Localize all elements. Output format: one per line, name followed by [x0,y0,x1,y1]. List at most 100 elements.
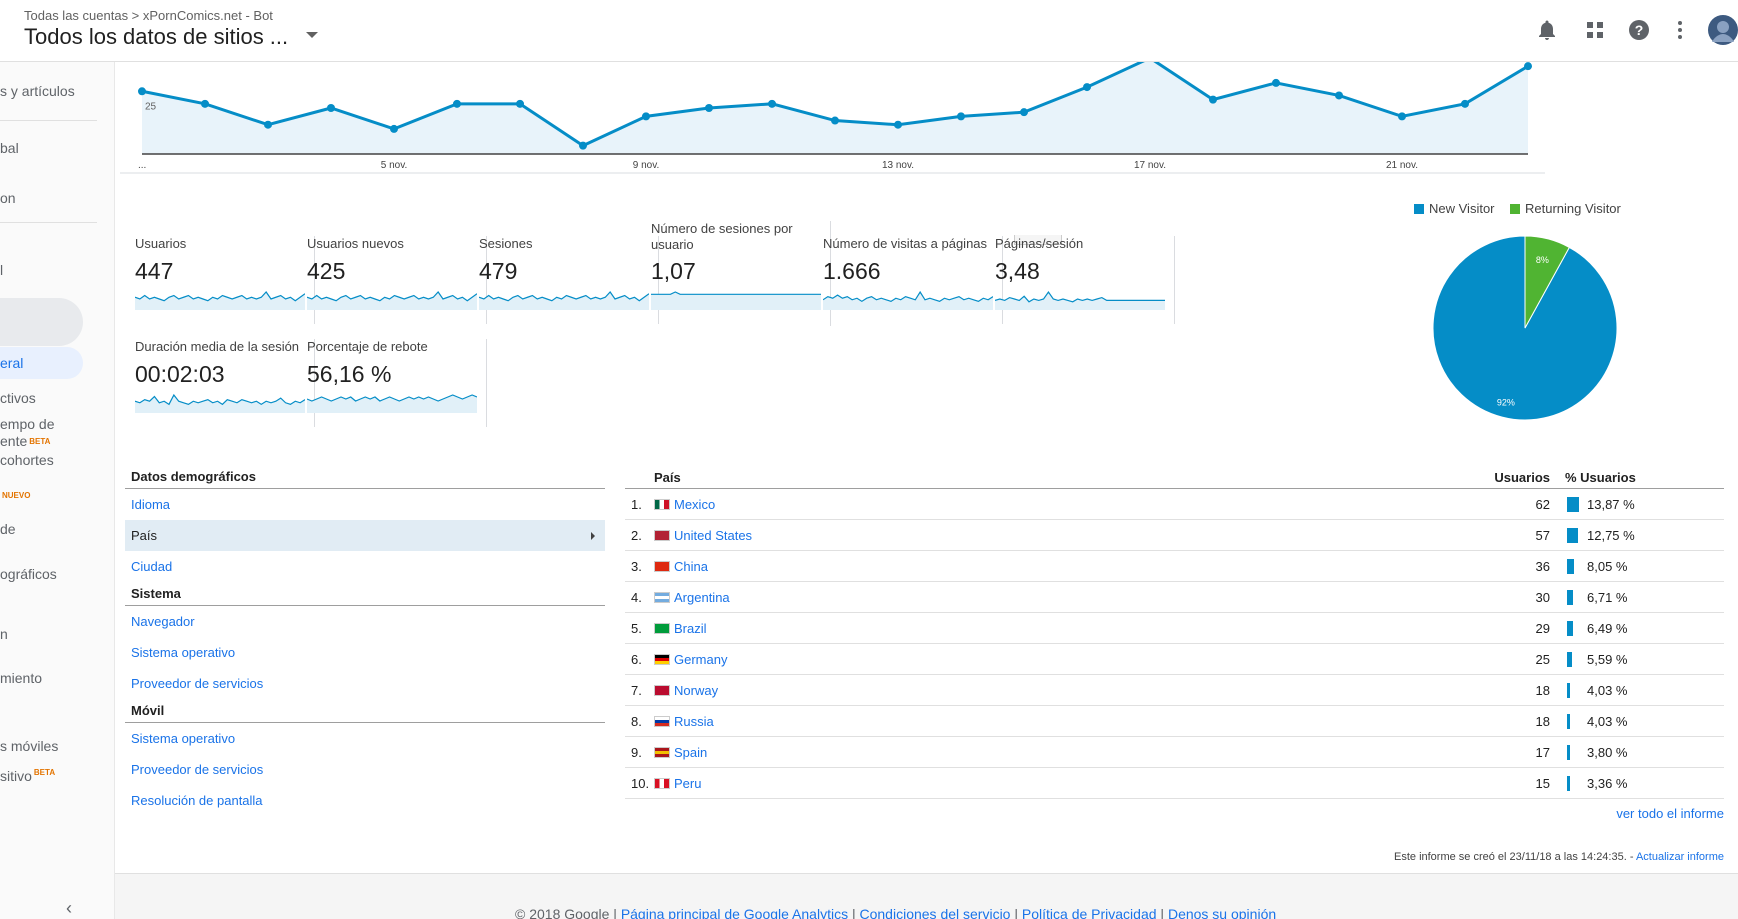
breadcrumb[interactable]: Todas las cuentas > xPornComics.net - Bo… [24,8,273,23]
demo-link-sistema-operativo[interactable]: Sistema operativo [125,637,605,668]
nav-item[interactable]: ográficos [0,566,57,582]
data-point [579,141,587,150]
demo-link-resolucion[interactable]: Resolución de pantalla [125,785,605,816]
demographics-panel: Datos demográficos Idioma País Ciudad Si… [125,468,605,816]
nav-item[interactable]: n [0,626,8,642]
nav-item[interactable]: s y artículos [0,83,75,99]
country-link[interactable]: United States [674,528,752,543]
pe-flag-icon [654,778,670,789]
country-link[interactable]: Germany [674,652,727,667]
table-row[interactable]: 5. Brazil 29 6,49 % [625,613,1724,644]
nav-item[interactable]: miento [0,670,42,686]
nav-item[interactable]: de [0,521,16,537]
us-flag-icon [654,530,670,541]
row-pct: 3,36 % [1587,776,1628,791]
table-row[interactable]: 7. Norway 18 4,03 % [625,675,1724,706]
chevron-down-icon[interactable] [306,32,318,38]
demo-link-navegador[interactable]: Navegador [125,606,605,637]
footer-link-terms[interactable]: Condiciones del servicio [860,906,1011,919]
metric-tile[interactable]: Usuarios nuevos 425 [297,236,487,324]
help-icon[interactable]: ? [1627,18,1651,42]
legend-label: Returning Visitor [1525,201,1621,216]
metric-label: Duración media de la sesión [135,339,300,354]
nav-item[interactable]: s móviles [0,738,58,754]
sparkline-area [823,292,993,310]
data-point [201,99,209,108]
country-link[interactable]: Argentina [674,590,730,605]
row-pct: 4,03 % [1587,714,1628,729]
row-pct: 13,87 % [1587,497,1635,512]
col-header-pct[interactable]: % Usuarios [1565,470,1636,485]
demo-link-idioma[interactable]: Idioma [125,489,605,520]
col-header-country[interactable]: País [654,470,681,485]
footer-link-privacy[interactable]: Política de Privacidad [1022,906,1157,919]
metric-tile[interactable]: Número de visitas a páginas 1.666 [813,236,1003,324]
sparkline [651,291,821,310]
nav-item[interactable]: bal [0,140,19,156]
country-link[interactable]: China [674,559,708,574]
br-flag-icon [654,623,670,634]
row-rank: 7. [631,683,642,698]
metric-tile[interactable]: Duración media de la sesión 00:02:03 [125,339,315,427]
metric-tile[interactable]: Usuarios 447 [125,236,315,324]
row-pct: 6,49 % [1587,621,1628,636]
table-row[interactable]: 10. Peru 15 3,36 % [625,768,1724,799]
nav-item[interactable]: on [0,190,16,206]
nav-item[interactable]: NUEVO [0,491,30,507]
nav-item[interactable]: sitivo BETA [0,768,55,784]
row-rank: 1. [631,497,642,512]
demo-link-pais[interactable]: País [125,520,605,551]
table-row[interactable]: 2. United States 57 12,75 % [625,520,1724,551]
table-row[interactable]: 3. China 36 8,05 % [625,551,1724,582]
metric-tile[interactable]: Páginas/sesión 3,48 [985,236,1175,324]
nav-item[interactable]: empo de ente BETA [0,416,54,450]
nav-item[interactable]: ctivos [0,390,36,406]
table-row[interactable]: 9. Spain 17 3,80 % [625,737,1724,768]
view-selector-title[interactable]: Todos los datos de sitios ... [24,24,288,50]
table-row[interactable]: 8. Russia 18 4,03 % [625,706,1724,737]
metric-value: 3,48 [995,258,1040,284]
metric-tile[interactable]: Número de sesiones por usuario 1,07 [641,221,831,326]
demo-link-movil-so[interactable]: Sistema operativo [125,723,605,754]
table-row[interactable]: 1. Mexico 62 13,87 % [625,489,1724,520]
collapse-nav-icon[interactable]: ‹ [66,898,72,919]
country-table: País Usuarios % Usuarios 1. Mexico 62 13,87… [625,468,1724,821]
row-users: 25 [1535,652,1550,667]
demo-link-ciudad[interactable]: Ciudad [125,551,605,582]
nav-item[interactable]: cohortes [0,452,54,468]
nav-item[interactable]: l [0,262,3,278]
country-link[interactable]: Norway [674,683,718,698]
apps-grid-icon[interactable] [1583,18,1607,42]
footer-link-feedback[interactable]: Denos su opinión [1168,906,1276,919]
demo-link-proveedor[interactable]: Proveedor de servicios [125,668,605,699]
table-row[interactable]: 4. Argentina 30 6,71 % [625,582,1724,613]
nav-selected-group[interactable] [0,298,83,346]
row-users: 17 [1535,745,1550,760]
chart-area [142,62,1528,154]
metric-value: 00:02:03 [135,361,225,387]
table-row[interactable]: 6. Germany 25 5,59 % [625,644,1724,675]
country-link[interactable]: Spain [674,745,707,760]
data-point [1272,78,1280,87]
country-link[interactable]: Brazil [674,621,707,636]
more-vert-icon[interactable] [1668,18,1692,42]
pct-bar [1567,714,1571,729]
full-report-link[interactable]: ver todo el informe [1616,806,1724,821]
refresh-report-link[interactable]: Actualizar informe [1636,851,1724,863]
country-link[interactable]: Peru [674,776,701,791]
country-link[interactable]: Russia [674,714,714,729]
x-tick-label: 21 nov. [1386,160,1418,171]
pct-bar [1567,776,1570,791]
metric-tile[interactable]: Sesiones 479 [469,236,659,324]
nav-item-active[interactable]: eral [0,355,23,371]
data-point [642,112,650,121]
avatar[interactable] [1708,15,1738,45]
country-link[interactable]: Mexico [674,497,715,512]
footer-link-home[interactable]: Página principal de Google Analytics [621,906,848,919]
metric-tile[interactable]: Porcentaje de rebote 56,16 % [297,339,487,427]
bell-icon[interactable] [1535,18,1559,42]
nav-divider [0,222,97,223]
col-header-users[interactable]: Usuarios [1494,470,1550,485]
data-point [138,87,146,96]
demo-link-movil-proveedor[interactable]: Proveedor de servicios [125,754,605,785]
